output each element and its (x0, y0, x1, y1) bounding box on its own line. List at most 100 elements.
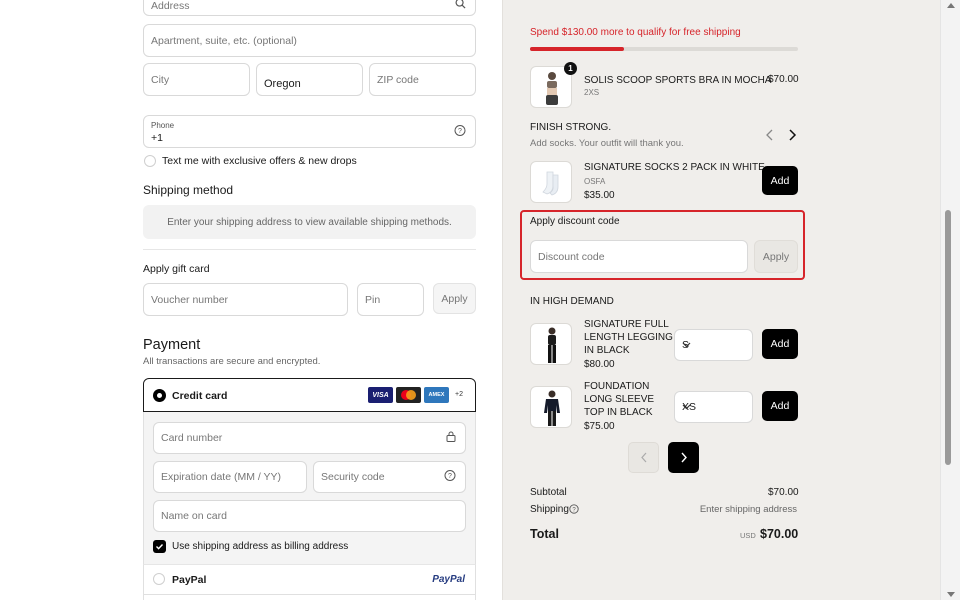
apartment-input[interactable]: Apartment, suite, etc. (optional) (143, 24, 476, 57)
shipping-method-title: Shipping method (143, 183, 234, 197)
svg-text:?: ? (458, 128, 462, 135)
add-legging-button[interactable]: Add (762, 329, 798, 359)
mastercard-icon (396, 387, 421, 403)
chevron-down-icon (682, 401, 743, 413)
scrollbar-thumb[interactable] (945, 210, 951, 465)
currency-code: USD (740, 531, 756, 540)
cart-item-variant: 2XS (584, 88, 600, 97)
city-placeholder: City (151, 73, 170, 86)
payment-subtitle: All transactions are secure and encrypte… (143, 356, 321, 367)
legging-image (530, 323, 572, 365)
cart-item-price: $70.00 (768, 74, 799, 85)
apartment-placeholder: Apartment, suite, etc. (optional) (151, 34, 297, 47)
expiry-input[interactable]: Expiration date (MM / YY) (153, 461, 307, 493)
upsell-product-variant: OSFA (584, 177, 606, 186)
socks-image (530, 161, 572, 203)
security-code-placeholder: Security code (321, 471, 385, 483)
upsell-product-price: $35.00 (584, 190, 615, 201)
demand-item-price: $75.00 (584, 421, 615, 432)
discount-title: Apply discount code (530, 216, 620, 227)
visa-icon: VISA (368, 387, 393, 403)
paypal-option[interactable]: PayPal PayPal (143, 564, 476, 595)
subtotal-value: $70.00 (768, 487, 799, 498)
discount-code-input[interactable]: Discount code (530, 240, 748, 273)
upsell-subtitle: Add socks. Your outfit will thank you. (530, 138, 684, 149)
shipping-method-notice: Enter your shipping address to view avai… (143, 205, 476, 239)
shipping-label: Shipping (530, 504, 569, 515)
discount-apply-button[interactable]: Apply (754, 240, 798, 273)
free-shipping-progress-track (530, 47, 798, 51)
payment-title: Payment (143, 337, 201, 353)
voucher-input[interactable]: Voucher number (143, 283, 348, 316)
divider (143, 249, 476, 250)
high-demand-title: IN HIGH DEMAND (530, 296, 614, 307)
city-input[interactable]: City (143, 63, 250, 96)
billing-address-label: Use shipping address as billing address (172, 541, 349, 552)
demand-item-name: FOUNDATION LONG SLEEVE TOP IN BLACK (584, 381, 655, 418)
paypal-logo-icon: PayPal (432, 574, 465, 585)
voucher-placeholder: Voucher number (151, 293, 229, 306)
name-on-card-placeholder: Name on card (161, 510, 227, 522)
address-placeholder: Address (151, 0, 190, 12)
phone-label: Phone (151, 121, 175, 130)
chevron-left-icon[interactable] (765, 129, 775, 144)
discount-code-placeholder: Discount code (538, 250, 605, 263)
help-circle-icon[interactable]: ? (454, 124, 466, 139)
sms-optin-label: Text me with exclusive offers & new drop… (162, 155, 357, 167)
carousel-prev-button[interactable] (628, 442, 659, 473)
card-number-placeholder: Card number (161, 432, 223, 444)
state-value: Oregon (264, 77, 301, 90)
scroll-up-arrow-icon[interactable] (947, 3, 955, 8)
add-long-sleeve-button[interactable]: Add (762, 391, 798, 421)
credit-card-label: Credit card (172, 390, 228, 402)
carousel-next-button[interactable] (668, 442, 699, 473)
search-icon (455, 0, 466, 12)
phone-input[interactable]: Phone +1 ? (143, 115, 476, 148)
subtotal-label: Subtotal (530, 487, 567, 498)
shipping-value: Enter shipping address (699, 504, 797, 515)
chevron-right-icon (680, 452, 687, 463)
zip-input[interactable]: ZIP code (369, 63, 476, 96)
total-value: $70.00 (760, 527, 799, 541)
expiry-placeholder: Expiration date (MM / YY) (161, 471, 282, 483)
phone-value: +1 (151, 132, 163, 144)
long-sleeve-image (530, 386, 572, 428)
help-circle-icon[interactable]: ? (444, 470, 456, 485)
chevron-left-icon (640, 452, 646, 463)
more-cards-count: +2 (455, 391, 463, 398)
scroll-down-arrow-icon[interactable] (947, 592, 955, 597)
security-code-input[interactable]: Security code ? (313, 461, 466, 493)
svg-text:?: ? (448, 473, 452, 480)
chevron-right-icon[interactable] (787, 129, 797, 144)
upsell-product-name: SIGNATURE SOCKS 2 PACK IN WHITE (584, 162, 765, 173)
billing-address-checkbox[interactable] (153, 540, 166, 553)
sms-optin-checkbox[interactable] (144, 155, 156, 167)
pin-input[interactable]: Pin (357, 283, 424, 316)
name-on-card-input[interactable]: Name on card (153, 500, 466, 532)
paypal-label: PayPal (172, 574, 207, 586)
chevron-down-icon (682, 339, 743, 351)
state-select[interactable]: Oregon (256, 63, 363, 96)
checkmark-icon (156, 544, 164, 550)
cart-item-name: SOLIS SCOOP SPORTS BRA IN MOCHA (584, 75, 772, 86)
size-select-legging[interactable]: S (674, 329, 753, 361)
checkout-form-column: Address Apartment, suite, etc. (optional… (0, 0, 502, 600)
pin-placeholder: Pin (365, 293, 381, 306)
free-shipping-message: Spend $130.00 more to qualify for free s… (530, 27, 741, 38)
demand-item-name: SIGNATURE FULL LENGTH LEGGING IN BLACK (584, 319, 673, 356)
gift-card-title: Apply gift card (143, 263, 210, 275)
total-label: Total (530, 527, 559, 541)
size-select-top[interactable]: XS (674, 391, 753, 423)
paypal-radio[interactable] (153, 573, 165, 585)
upsell-title: FINISH STRONG. (530, 122, 612, 133)
gift-card-apply-button[interactable]: Apply (433, 283, 476, 314)
card-number-input[interactable]: Card number (153, 422, 466, 454)
order-summary-column: Spend $130.00 more to qualify for free s… (502, 0, 940, 600)
add-socks-button[interactable]: Add (762, 166, 798, 195)
page-scrollbar[interactable] (940, 0, 960, 600)
info-circle-icon[interactable]: ? (569, 504, 579, 517)
credit-card-radio[interactable] (153, 389, 166, 402)
free-shipping-progress-fill (530, 47, 624, 51)
option-list-continuation (143, 595, 476, 600)
address-input[interactable]: Address (143, 0, 476, 16)
